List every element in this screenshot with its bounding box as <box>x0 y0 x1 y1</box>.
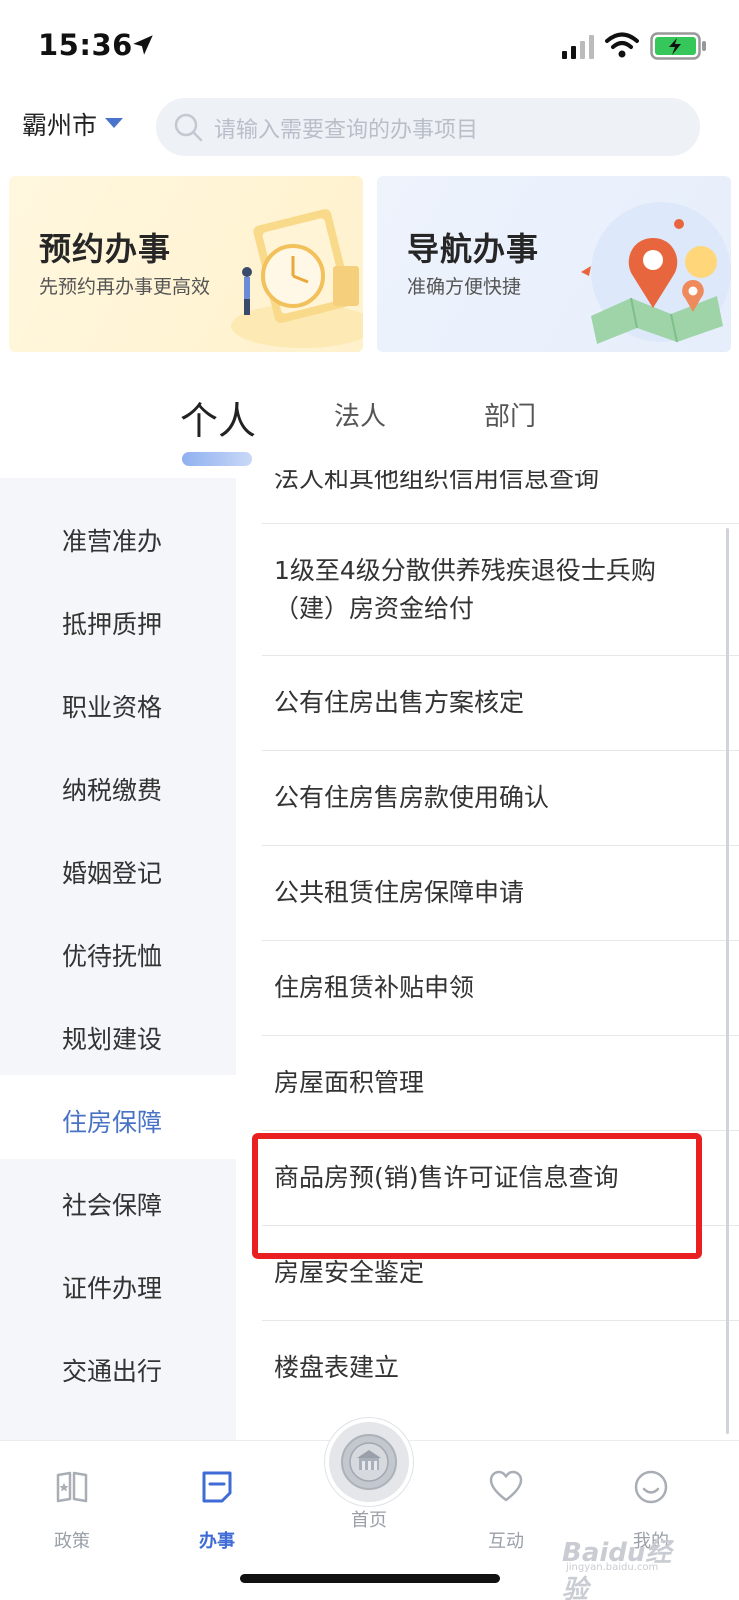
category-item[interactable]: 婚姻登记 <box>0 826 236 910</box>
banner-navigation[interactable]: 导航办事 准确方便快捷 <box>377 176 731 352</box>
category-item[interactable]: 证件办理 <box>0 1241 236 1325</box>
category-list: 准营准办 抵押质押 职业资格 纳税缴费 婚姻登记 优待抚恤 规划建设 住房保障 … <box>0 478 236 1440</box>
category-label: 社会保障 <box>62 1191 163 1220</box>
service-item-label: 1级至4级分散供养残疾退役士兵购 <box>274 556 656 585</box>
tab-active-indicator <box>182 452 252 466</box>
category-label: 交通出行 <box>62 1357 163 1386</box>
banner-appointment[interactable]: 预约办事 先预约再办事更高效 <box>9 176 363 352</box>
home-button[interactable] <box>325 1418 413 1506</box>
category-item[interactable]: 社会保障 <box>0 1158 236 1242</box>
nav-label: 政策 <box>54 1531 90 1552</box>
search-icon <box>174 113 203 142</box>
category-label: 规划建设 <box>62 1025 163 1054</box>
service-item-label: 楼盘表建立 <box>274 1353 400 1382</box>
service-item-label: 公有住房售房款使用确认 <box>274 783 550 812</box>
home-emblem-icon <box>341 1434 397 1490</box>
service-item-label-line2: （建）房资金给付 <box>274 594 475 623</box>
cellular-signal-icon <box>562 35 594 59</box>
service-item[interactable]: 楼盘表建立 <box>262 1321 739 1416</box>
baidu-watermark-logo: Baidu经验 jingyan.baidu.com <box>562 1532 692 1600</box>
status-bar: 15:36 <box>0 0 739 92</box>
policy-icon <box>56 1471 88 1503</box>
wifi-icon <box>605 32 639 58</box>
category-label: 优待抚恤 <box>62 942 163 971</box>
appointment-illustration-icon <box>231 209 363 348</box>
service-item-label: 法人和其他组织信用信息查询 <box>274 470 600 493</box>
category-item[interactable]: 纳税缴费 <box>0 743 236 827</box>
service-item-label: 公共租赁住房保障申请 <box>274 878 525 907</box>
affairs-icon <box>202 1471 232 1503</box>
location-arrow-icon <box>133 35 153 55</box>
tab-personal[interactable]: 个人 <box>180 390 256 445</box>
category-label: 抵押质押 <box>62 610 163 639</box>
highlight-annotation-box <box>252 1133 702 1259</box>
nav-item-affairs[interactable]: 办事 <box>172 1461 262 1552</box>
category-item-active[interactable]: 住房保障 <box>0 1075 236 1159</box>
nav-item-interaction[interactable]: 互动 <box>461 1461 551 1552</box>
home-indicator[interactable] <box>240 1574 500 1583</box>
category-label: 职业资格 <box>62 693 163 722</box>
search-bar[interactable]: 请输入需要查询的办事项目 <box>156 98 700 156</box>
tab-department[interactable]: 部门 <box>484 396 536 433</box>
category-label: 证件办理 <box>62 1274 163 1303</box>
service-item[interactable]: 1级至4级分散供养残疾退役士兵购 （建）房资金给付 <box>262 524 739 656</box>
banner-subtitle: 准确方便快捷 <box>407 276 522 298</box>
category-item[interactable]: 优待抚恤 <box>0 909 236 993</box>
service-item[interactable]: 公有住房出售方案核定 <box>262 656 739 751</box>
category-item[interactable]: 职业资格 <box>0 660 236 744</box>
nav-label: 互动 <box>488 1531 524 1552</box>
category-item[interactable]: 准营准办 <box>0 494 236 578</box>
category-label: 婚姻登记 <box>62 859 163 888</box>
banner-title: 导航办事 <box>407 230 540 268</box>
service-item[interactable]: 公共租赁住房保障申请 <box>262 846 739 941</box>
category-label: 住房保障 <box>62 1108 163 1137</box>
service-item[interactable]: 公有住房售房款使用确认 <box>262 751 739 846</box>
battery-icon <box>650 32 706 60</box>
watermark-sub-text: jingyan.baidu.com <box>566 1562 659 1573</box>
tab-legal-person[interactable]: 法人 <box>334 396 386 433</box>
heart-icon <box>489 1470 523 1502</box>
category-item[interactable]: 交通出行 <box>0 1324 236 1408</box>
service-item-label: 公有住房出售方案核定 <box>274 688 525 717</box>
service-item-label: 住房租赁补贴申领 <box>274 973 475 1002</box>
category-label: 纳税缴费 <box>62 776 163 805</box>
scrollbar[interactable] <box>726 528 729 1434</box>
service-item[interactable]: 法人和其他组织信用信息查询 <box>262 470 739 524</box>
category-item[interactable]: 抵押质押 <box>0 577 236 661</box>
category-item[interactable]: 规划建设 <box>0 992 236 1076</box>
home-label: 首页 <box>351 1510 387 1531</box>
nav-label: 办事 <box>199 1531 235 1552</box>
status-time: 15:36 <box>38 28 133 62</box>
service-item[interactable]: 住房租赁补贴申领 <box>262 941 739 1036</box>
service-item-label: 房屋面积管理 <box>274 1068 425 1097</box>
service-item-list: 法人和其他组织信用信息查询 1级至4级分散供养残疾退役士兵购 （建）房资金给付 … <box>262 470 739 1440</box>
category-label: 准营准办 <box>62 527 163 556</box>
banner-subtitle: 先预约再办事更高效 <box>39 276 211 298</box>
chevron-down-icon[interactable] <box>105 118 123 128</box>
search-placeholder[interactable]: 请输入需要查询的办事项目 <box>214 112 478 144</box>
service-item-label: 房屋安全鉴定 <box>274 1258 425 1287</box>
service-item[interactable]: 房屋面积管理 <box>262 1036 739 1131</box>
map-pin-illustration-icon <box>581 202 731 344</box>
nav-item-policy[interactable]: 政策 <box>27 1461 117 1552</box>
city-selector[interactable]: 霸州市 <box>22 106 97 142</box>
banner-title: 预约办事 <box>39 230 172 268</box>
smile-icon <box>634 1470 668 1504</box>
